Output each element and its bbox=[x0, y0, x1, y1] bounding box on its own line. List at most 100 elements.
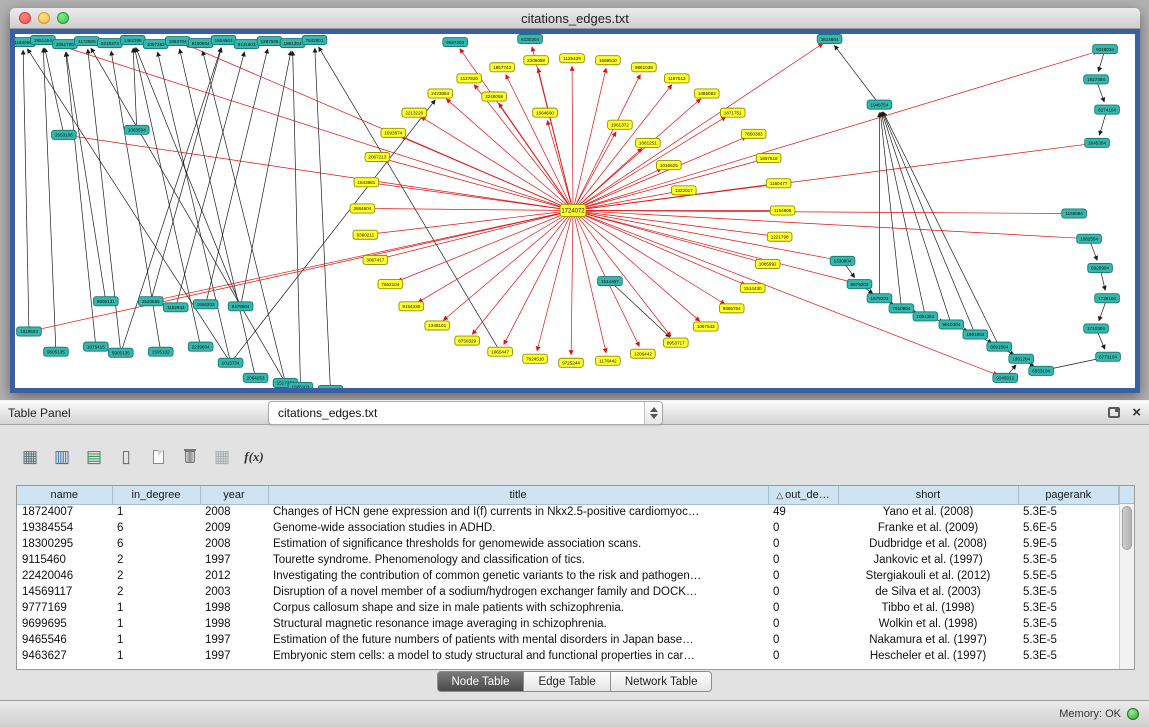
tab-node-table[interactable]: Node Table bbox=[437, 671, 525, 692]
table-row[interactable]: 946554611997Estimation of the future num… bbox=[17, 632, 1119, 648]
column-header[interactable]: in_degree bbox=[112, 486, 200, 504]
graph-node[interactable]: 1485083 bbox=[694, 89, 719, 98]
graph-node[interactable]: 6920904 bbox=[1088, 263, 1113, 272]
graph-node[interactable]: 1154808 bbox=[770, 206, 795, 215]
delete-column-icon[interactable] bbox=[178, 445, 202, 469]
graph-node[interactable]: 1857743 bbox=[490, 63, 515, 72]
graph-node[interactable]: 9910304 bbox=[939, 320, 964, 329]
graph-node[interactable]: 7653104 bbox=[378, 280, 403, 289]
graph-node[interactable]: 8100904 bbox=[188, 39, 213, 48]
graph-node[interactable]: 9131603 bbox=[234, 40, 259, 49]
graph-node[interactable]: 1656203 bbox=[193, 300, 218, 309]
graph-node[interactable]: 1948754 bbox=[867, 100, 892, 109]
graph-node[interactable]: 1724072 bbox=[560, 204, 586, 216]
new-column-icon[interactable] bbox=[146, 445, 170, 469]
graph-node[interactable]: 1176442 bbox=[596, 356, 621, 365]
graph-node[interactable]: 8274104 bbox=[1095, 105, 1120, 114]
float-panel-icon[interactable] bbox=[1108, 407, 1120, 418]
graph-node[interactable]: 1991804 bbox=[963, 330, 988, 339]
table-row[interactable]: 1830029562008Estimation of significance … bbox=[17, 536, 1119, 552]
graph-node[interactable]: 1861304 bbox=[280, 39, 305, 48]
graph-node[interactable]: 1710304 bbox=[1084, 324, 1109, 333]
graph-node[interactable]: 1187513 bbox=[664, 74, 689, 83]
graph-node[interactable]: 9861038 bbox=[632, 63, 657, 72]
graph-node[interactable]: 1645304 bbox=[1085, 138, 1110, 147]
table-row[interactable]: 977716911998Corpus callosum shape and si… bbox=[17, 600, 1119, 616]
graph-node[interactable]: 2067213 bbox=[365, 153, 390, 162]
graph-node[interactable]: 1075415 bbox=[84, 342, 109, 351]
function-builder-icon[interactable]: f(x) bbox=[242, 445, 266, 469]
graph-node[interactable]: 1091363 bbox=[913, 312, 938, 321]
column-header[interactable]: pagerank bbox=[1018, 486, 1119, 504]
graph-node[interactable]: 9318034 bbox=[1093, 45, 1118, 54]
graph-node[interactable]: 8479504 bbox=[228, 302, 253, 311]
column-header[interactable]: short bbox=[838, 486, 1018, 504]
graph-node[interactable]: 1857518 bbox=[756, 154, 781, 163]
graph-node[interactable]: 1287505 bbox=[257, 37, 282, 46]
tab-network-table[interactable]: Network Table bbox=[611, 671, 713, 692]
graph-node[interactable]: 8130304 bbox=[518, 35, 543, 44]
graph-node[interactable]: 7850383 bbox=[741, 129, 766, 138]
graph-node[interactable]: 2051705 bbox=[53, 40, 78, 49]
graph-node[interactable]: 1160477 bbox=[766, 179, 791, 188]
graph-node[interactable]: 1863704 bbox=[165, 37, 190, 46]
graph-node[interactable]: 1082504 bbox=[1077, 234, 1102, 243]
graph-node[interactable]: 1926103 bbox=[288, 382, 313, 388]
graph-node[interactable]: 2684604 bbox=[350, 204, 375, 213]
graph-node[interactable]: 1221798 bbox=[767, 232, 792, 241]
window-titlebar[interactable]: citations_edges.txt bbox=[10, 8, 1140, 29]
network-canvas[interactable]: 1724072115480812217981085992151443098957… bbox=[10, 29, 1140, 393]
graph-node[interactable]: 1330904 bbox=[830, 256, 855, 265]
graph-node[interactable]: 5905135 bbox=[108, 348, 133, 357]
graph-node[interactable]: 1504563 bbox=[211, 36, 236, 45]
graph-node[interactable]: 9505135 bbox=[44, 347, 69, 356]
graph-node[interactable]: 1159584 bbox=[1062, 209, 1087, 218]
graph-node[interactable]: 1322017 bbox=[671, 186, 696, 195]
column-header[interactable]: name bbox=[17, 486, 112, 504]
graph-node[interactable]: 9597203 bbox=[443, 38, 468, 47]
graph-node[interactable]: 8953717 bbox=[663, 338, 688, 347]
graph-node[interactable]: 1871751 bbox=[720, 108, 745, 117]
graph-node[interactable]: 7910904 bbox=[889, 304, 914, 313]
graph-node[interactable]: 2053106 bbox=[52, 130, 77, 139]
edit-table-icon[interactable]: ▤ bbox=[82, 445, 106, 469]
graph-node[interactable]: 9245012 bbox=[993, 373, 1018, 382]
tab-edge-table[interactable]: Edge Table bbox=[524, 671, 610, 692]
graph-node[interactable]: 1248101 bbox=[425, 321, 450, 330]
show-columns-icon[interactable]: ▥ bbox=[50, 445, 74, 469]
graph-node[interactable]: 1819604 bbox=[17, 327, 42, 336]
column-header[interactable]: title bbox=[268, 486, 768, 504]
graph-node[interactable]: 2239604 bbox=[188, 342, 213, 351]
table-mode-icon[interactable]: ▦ bbox=[18, 445, 42, 469]
graph-node[interactable]: 2520655 bbox=[138, 297, 163, 306]
table-row[interactable]: 2242004622012Investigating the contribut… bbox=[17, 568, 1119, 584]
table-row[interactable]: 1938455462009Genome-wide association stu… bbox=[17, 520, 1119, 536]
table-selector[interactable]: citations_edges.txt bbox=[268, 401, 663, 425]
graph-node[interactable]: 9895754 bbox=[719, 304, 744, 313]
graph-node[interactable]: 8750329 bbox=[455, 336, 480, 345]
graph-node[interactable]: 3067417 bbox=[363, 255, 388, 264]
table-row[interactable]: 1456911722003Disruption of a novel membe… bbox=[17, 584, 1119, 600]
graph-node[interactable]: 1063504 bbox=[124, 125, 149, 134]
table-row[interactable]: 911546021997Tourette syndrome. Phenomeno… bbox=[17, 552, 1119, 568]
graph-node[interactable]: 1991204 bbox=[1009, 354, 1034, 363]
graph-node[interactable]: 1462395 bbox=[120, 36, 145, 45]
graph-node[interactable]: 8091504 bbox=[987, 342, 1012, 351]
graph-node[interactable]: 1927404 bbox=[1084, 75, 1109, 84]
graph-node[interactable]: 9218373 bbox=[98, 39, 123, 48]
graph-node[interactable]: 2064253 bbox=[243, 373, 268, 382]
graph-node[interactable]: 7624510 bbox=[523, 354, 548, 363]
graph-node[interactable]: 2814604 bbox=[817, 35, 842, 44]
scrollbar-thumb[interactable] bbox=[1122, 506, 1132, 550]
graph-node[interactable]: 1172805 bbox=[75, 37, 100, 46]
graph-node[interactable]: 1843981 bbox=[354, 178, 379, 187]
graph-node[interactable]: 7585205 bbox=[318, 385, 343, 388]
graph-node[interactable]: 2248058 bbox=[482, 92, 507, 101]
graph-node[interactable]: 7642801 bbox=[302, 36, 327, 45]
graph-node[interactable]: 1961372 bbox=[608, 120, 633, 129]
graph-node[interactable]: 6773104 bbox=[1096, 352, 1121, 361]
graph-node[interactable]: 2423084 bbox=[428, 89, 453, 98]
graph-node[interactable]: 9725244 bbox=[559, 358, 584, 367]
graph-node[interactable]: 9360211 bbox=[353, 230, 378, 239]
table-scrollbar[interactable] bbox=[1119, 504, 1134, 669]
